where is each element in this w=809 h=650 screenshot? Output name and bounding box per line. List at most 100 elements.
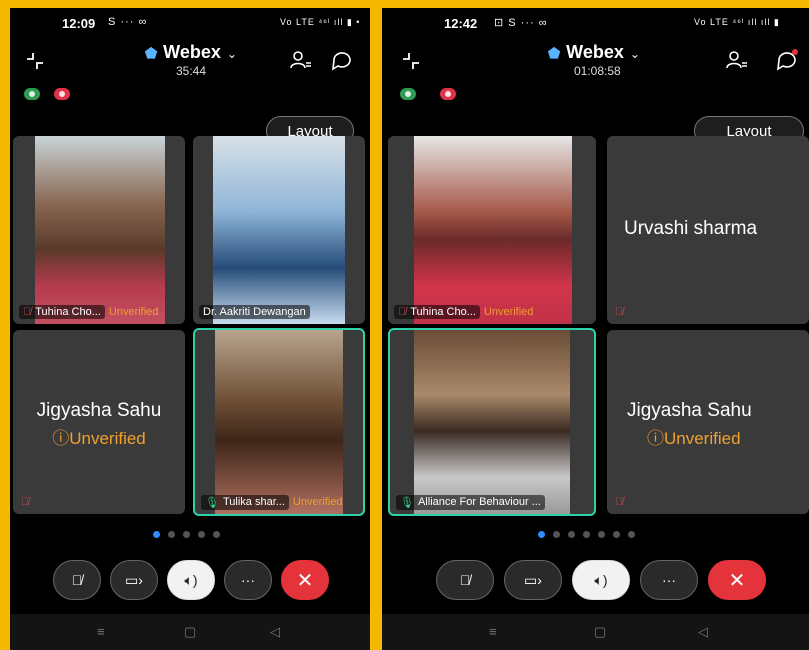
- participant-video: [213, 136, 345, 324]
- speaker-button[interactable]: 🔈︎): [572, 560, 630, 600]
- unverified-status: ⓘUnverified: [52, 429, 146, 448]
- page-dot[interactable]: [198, 531, 205, 538]
- page-dot[interactable]: [168, 531, 175, 538]
- status-time: 12:42: [444, 16, 478, 31]
- participant-label: 🎙̸ Tuhina Cho... Unverified: [19, 304, 181, 320]
- participant-video: [215, 330, 343, 514]
- participant-label: 🎙 Tulika shar... Unverified: [201, 494, 359, 510]
- status-signal: Vo LTE ⁴⁶ˡ ıll ıll ▮: [694, 17, 780, 27]
- recording-icon[interactable]: [440, 88, 456, 100]
- system-nav-bar: ≡ ▢ ◁: [10, 614, 370, 650]
- page-dot[interactable]: [583, 531, 590, 538]
- camera-icon: ▭›: [125, 571, 143, 588]
- page-dot[interactable]: [553, 531, 560, 538]
- minimize-icon[interactable]: [24, 50, 46, 72]
- status-signal: Vo LTE ⁴⁶ˡ ıll ▮ •: [280, 17, 361, 27]
- mic-off-icon: 🎙̸: [615, 496, 624, 508]
- call-header: ⬟ Webex ⌄ 35:44: [10, 36, 370, 92]
- participant-label: 🎙 Alliance For Behaviour ...: [396, 494, 590, 510]
- minimize-icon[interactable]: [400, 50, 422, 72]
- page-dot[interactable]: [183, 531, 190, 538]
- status-time: 12:09: [62, 16, 96, 31]
- page-dot[interactable]: [598, 531, 605, 538]
- page-dot[interactable]: [538, 531, 545, 538]
- camera-button[interactable]: ▭›: [110, 560, 158, 600]
- call-timer: 35:44: [176, 64, 207, 78]
- mic-off-icon: 🎙̸: [21, 496, 30, 508]
- chat-icon[interactable]: [775, 48, 799, 72]
- participant-video: [35, 136, 165, 324]
- recents-icon[interactable]: ≡: [489, 624, 497, 639]
- network-quality-icon[interactable]: [24, 88, 40, 100]
- chevron-down-icon: ⌄: [226, 47, 237, 61]
- end-call-button[interactable]: ✕: [708, 560, 766, 600]
- mic-on-icon: 🎙: [205, 496, 219, 509]
- mic-off-icon: 🎙̸: [398, 306, 407, 318]
- home-icon[interactable]: ▢: [184, 624, 196, 640]
- mic-on-icon: 🎙: [400, 496, 414, 509]
- participants-icon[interactable]: [288, 48, 312, 72]
- phone-screen-right: 12:42 ⊡ S ··· ∞ Vo LTE ⁴⁶ˡ ıll ıll ▮ ⬟ We…: [382, 8, 809, 650]
- participant-tile[interactable]: Dr. Aakriti Dewangan: [193, 136, 365, 324]
- recents-icon[interactable]: ≡: [97, 624, 105, 639]
- camera-icon: ▭›: [524, 571, 542, 588]
- end-call-icon: ✕: [728, 569, 746, 592]
- shield-icon: ⬟: [145, 45, 158, 61]
- participant-label: 🎙̸ Tuhina Cho... Unverified: [394, 304, 592, 320]
- page-dot[interactable]: [153, 531, 160, 538]
- participant-tile[interactable]: Urvashi sharma 🎙̸: [607, 136, 809, 324]
- speaker-button[interactable]: 🔈︎): [167, 560, 215, 600]
- mic-off-icon: 🎙̸: [23, 306, 32, 318]
- shield-icon: ⬟: [548, 45, 561, 61]
- mic-off-icon: 🎙̸: [459, 572, 471, 588]
- mute-button[interactable]: 🎙̸: [436, 560, 494, 600]
- chat-icon[interactable]: [330, 48, 354, 72]
- participant-video: [414, 136, 572, 324]
- camera-button[interactable]: ▭›: [504, 560, 562, 600]
- participant-tile[interactable]: 🎙̸ Tuhina Cho... Unverified: [388, 136, 596, 324]
- back-icon[interactable]: ◁: [698, 624, 708, 640]
- speaker-icon: 🔈︎): [594, 571, 608, 588]
- page-dot[interactable]: [213, 531, 220, 538]
- recording-icon[interactable]: [54, 88, 70, 100]
- app-title[interactable]: ⬟ Webex ⌄: [145, 42, 237, 63]
- participant-label: Dr. Aakriti Dewangan: [199, 304, 361, 320]
- speaker-icon: 🔈︎): [184, 571, 198, 588]
- participant-name: Jigyasha Sahu: [627, 400, 752, 421]
- mute-button[interactable]: 🎙̸: [53, 560, 101, 600]
- participant-tile[interactable]: Jigyasha Sahu ⓘUnverified 🎙̸: [607, 330, 809, 514]
- call-timer: 01:08:58: [574, 64, 621, 78]
- page-dot[interactable]: [613, 531, 620, 538]
- network-quality-icon[interactable]: [400, 88, 416, 100]
- unverified-status: ⓘUnverified: [647, 429, 741, 448]
- status-bar: 12:09 S ··· ∞ Vo LTE ⁴⁶ˡ ıll ▮ •: [10, 8, 370, 36]
- page-dot[interactable]: [568, 531, 575, 538]
- participant-tile-active-speaker[interactable]: 🎙 Alliance For Behaviour ...: [388, 328, 596, 516]
- chevron-down-icon: ⌄: [629, 47, 640, 61]
- phone-screen-left: 12:09 S ··· ∞ Vo LTE ⁴⁶ˡ ıll ▮ • ⬟ Webex ⌄…: [10, 8, 370, 650]
- page-indicator[interactable]: [153, 531, 220, 538]
- back-icon[interactable]: ◁: [270, 624, 280, 640]
- call-controls: 🎙̸ ▭› 🔈︎) ··· ✕: [53, 560, 329, 600]
- status-icons: ⊡ S ··· ∞: [494, 17, 548, 29]
- end-call-icon: ✕: [296, 569, 314, 592]
- info-icon: ⓘ: [52, 429, 70, 448]
- participant-tile-active-speaker[interactable]: 🎙 Tulika shar... Unverified: [193, 328, 365, 516]
- page-indicator[interactable]: [538, 531, 635, 538]
- app-title[interactable]: ⬟ Webex ⌄: [548, 42, 640, 63]
- call-header: ⬟ Webex ⌄ 01:08:58: [382, 36, 809, 92]
- more-icon: ···: [241, 572, 255, 588]
- system-nav-bar: ≡ ▢ ◁: [382, 614, 809, 650]
- call-controls: 🎙̸ ▭› 🔈︎) ··· ✕: [436, 560, 766, 600]
- participant-video: [414, 330, 570, 514]
- more-button[interactable]: ···: [224, 560, 272, 600]
- end-call-button[interactable]: ✕: [281, 560, 329, 600]
- mic-off-icon: 🎙̸: [71, 572, 83, 588]
- participant-tile[interactable]: 🎙̸ Tuhina Cho... Unverified: [13, 136, 185, 324]
- page-dot[interactable]: [628, 531, 635, 538]
- participant-tile[interactable]: Jigyasha Sahu ⓘUnverified 🎙̸: [13, 330, 185, 514]
- participants-icon[interactable]: [724, 48, 748, 72]
- more-button[interactable]: ···: [640, 560, 698, 600]
- participant-name: Urvashi sharma: [624, 218, 758, 239]
- home-icon[interactable]: ▢: [594, 624, 606, 640]
